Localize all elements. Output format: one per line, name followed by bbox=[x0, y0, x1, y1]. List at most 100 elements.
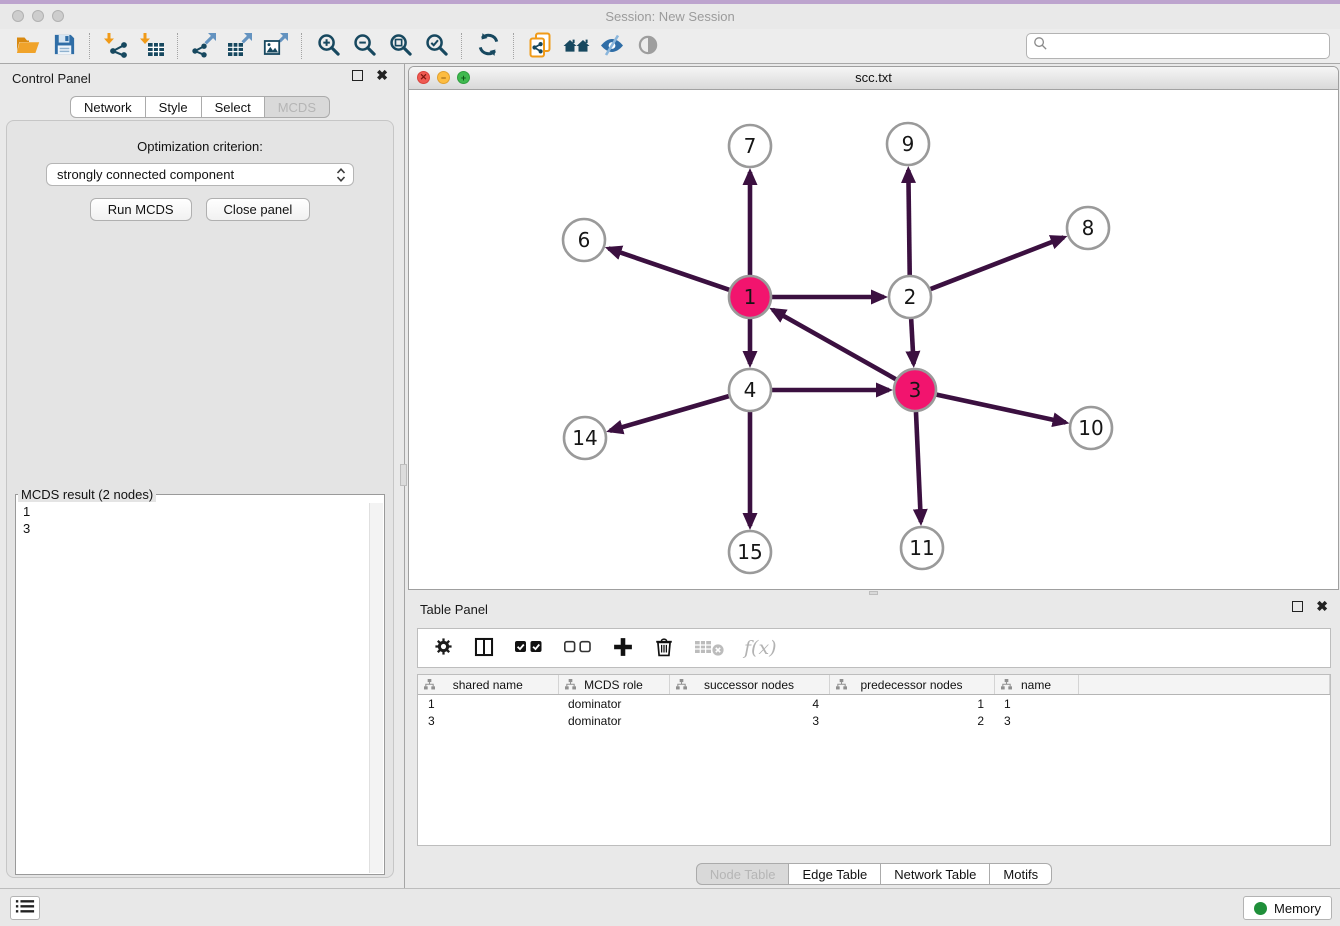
column-type-icon bbox=[1001, 679, 1012, 690]
import-table-button[interactable] bbox=[134, 31, 170, 61]
panel-splitter-vertical[interactable] bbox=[400, 64, 408, 888]
tab-mcds[interactable]: MCDS bbox=[265, 96, 330, 118]
result-scrollbar[interactable] bbox=[369, 503, 383, 873]
table-settings-button[interactable] bbox=[433, 636, 454, 660]
graph-node-8[interactable]: 8 bbox=[1067, 207, 1109, 249]
graph-node-3[interactable]: 3 bbox=[894, 369, 936, 411]
cell-successor-nodes[interactable]: 3 bbox=[669, 712, 829, 729]
save-session-button[interactable] bbox=[46, 31, 82, 61]
column-header-successor-nodes[interactable]: successor nodes bbox=[669, 675, 829, 695]
network-window-titlebar[interactable]: ✕ − + scc.txt bbox=[409, 67, 1338, 90]
float-panel-icon[interactable] bbox=[352, 70, 363, 81]
mcds-result-textarea[interactable]: 1 3 bbox=[16, 502, 384, 874]
create-column-button[interactable] bbox=[612, 636, 634, 661]
search-field[interactable] bbox=[1026, 33, 1330, 59]
select-all-columns-button[interactable] bbox=[514, 638, 544, 658]
tab-edge-table[interactable]: Edge Table bbox=[789, 863, 881, 885]
tab-select[interactable]: Select bbox=[202, 96, 265, 118]
graph-edge-4-14[interactable] bbox=[610, 396, 729, 431]
deselect-all-columns-button[interactable] bbox=[563, 638, 593, 658]
graph-node-4[interactable]: 4 bbox=[729, 369, 771, 411]
first-neighbors-button[interactable] bbox=[558, 31, 594, 61]
export-image-icon bbox=[263, 32, 289, 61]
tab-network-table[interactable]: Network Table bbox=[881, 863, 990, 885]
open-folder-icon bbox=[15, 32, 41, 61]
search-input[interactable] bbox=[1052, 38, 1323, 55]
column-header-predecessor-nodes[interactable]: predecessor nodes bbox=[829, 675, 994, 695]
column-header-MCDS-role[interactable]: MCDS role bbox=[558, 675, 669, 695]
delete-column-button[interactable] bbox=[653, 636, 675, 661]
cell-predecessor-nodes[interactable]: 1 bbox=[829, 695, 994, 713]
splitter-grip[interactable] bbox=[869, 591, 878, 595]
graph-node-14[interactable]: 14 bbox=[564, 417, 606, 459]
show-column-panel-button[interactable] bbox=[473, 636, 495, 661]
fit-content-button[interactable] bbox=[382, 31, 418, 61]
svg-text:4: 4 bbox=[744, 378, 757, 402]
graph-node-6[interactable]: 6 bbox=[563, 219, 605, 261]
function-builder-button[interactable]: f(x) bbox=[744, 637, 777, 659]
task-history-button[interactable] bbox=[10, 896, 40, 920]
zoom-in-button[interactable] bbox=[310, 31, 346, 61]
toolbar-separator bbox=[89, 33, 91, 59]
graph-edge-2-8[interactable] bbox=[931, 237, 1064, 289]
refresh-icon bbox=[476, 32, 501, 60]
cell-predecessor-nodes[interactable]: 2 bbox=[829, 712, 994, 729]
close-panel-icon[interactable]: ✖ bbox=[1316, 601, 1328, 612]
tab-motifs[interactable]: Motifs bbox=[990, 863, 1052, 885]
cell-shared-name[interactable]: 1 bbox=[418, 695, 558, 713]
run-mcds-button[interactable]: Run MCDS bbox=[90, 198, 192, 221]
graph-node-10[interactable]: 10 bbox=[1070, 407, 1112, 449]
cell-MCDS-role[interactable]: dominator bbox=[558, 695, 669, 713]
graph-edge-3-11[interactable] bbox=[916, 412, 921, 522]
graph-node-15[interactable]: 15 bbox=[729, 531, 771, 573]
show-all-button[interactable] bbox=[630, 31, 666, 61]
graph-edge-2-3[interactable] bbox=[911, 319, 913, 364]
save-disk-icon bbox=[52, 32, 77, 60]
memory-button[interactable]: Memory bbox=[1243, 896, 1332, 920]
cell-name[interactable]: 3 bbox=[994, 712, 1078, 729]
graph-edge-3-10[interactable] bbox=[937, 395, 1066, 423]
columns-icon bbox=[473, 636, 495, 661]
graph-node-1[interactable]: 1 bbox=[729, 276, 771, 318]
graph-node-2[interactable]: 2 bbox=[889, 276, 931, 318]
table-row[interactable]: 1dominator411 bbox=[418, 695, 1330, 713]
graph-node-11[interactable]: 11 bbox=[901, 527, 943, 569]
apply-layout-button[interactable] bbox=[470, 31, 506, 61]
close-panel-icon[interactable]: ✖ bbox=[376, 70, 388, 81]
graph-edge-1-6[interactable] bbox=[609, 248, 730, 289]
network-canvas[interactable]: 1 2 3 4 6 7 8 9 10 11 14 15 bbox=[409, 89, 1338, 589]
cell-name[interactable]: 1 bbox=[994, 695, 1078, 713]
new-network-from-selection-button[interactable] bbox=[522, 31, 558, 61]
open-session-button[interactable] bbox=[10, 31, 46, 61]
export-table-button[interactable] bbox=[222, 31, 258, 61]
graph-node-7[interactable]: 7 bbox=[729, 125, 771, 167]
graph-edge-3-1[interactable] bbox=[773, 310, 896, 379]
column-header-shared-name[interactable]: shared name bbox=[418, 675, 558, 695]
optimization-criterion-label: Optimization criterion: bbox=[7, 139, 393, 154]
splitter-grip[interactable] bbox=[400, 464, 407, 486]
zoom-selected-button[interactable] bbox=[418, 31, 454, 61]
column-header-name[interactable]: name bbox=[994, 675, 1078, 695]
export-network-icon bbox=[191, 32, 217, 61]
export-image-button[interactable] bbox=[258, 31, 294, 61]
cell-shared-name[interactable]: 3 bbox=[418, 712, 558, 729]
zoom-out-button[interactable] bbox=[346, 31, 382, 61]
column-type-icon bbox=[676, 679, 687, 690]
show-all-eye-icon bbox=[636, 33, 660, 60]
graph-edge-2-9[interactable] bbox=[908, 170, 909, 275]
close-panel-button[interactable]: Close panel bbox=[206, 198, 311, 221]
float-panel-icon[interactable] bbox=[1292, 601, 1303, 612]
delete-table-button[interactable] bbox=[694, 637, 725, 660]
cell-successor-nodes[interactable]: 4 bbox=[669, 695, 829, 713]
export-network-button[interactable] bbox=[186, 31, 222, 61]
hide-selected-button[interactable] bbox=[594, 31, 630, 61]
import-network-button[interactable] bbox=[98, 31, 134, 61]
table-toolbar: f(x) bbox=[417, 628, 1331, 668]
graph-node-9[interactable]: 9 bbox=[887, 123, 929, 165]
table-row[interactable]: 3dominator323 bbox=[418, 712, 1330, 729]
cell-MCDS-role[interactable]: dominator bbox=[558, 712, 669, 729]
tab-style[interactable]: Style bbox=[146, 96, 202, 118]
tab-network[interactable]: Network bbox=[70, 96, 146, 118]
tab-node-table[interactable]: Node Table bbox=[696, 863, 790, 885]
criterion-dropdown[interactable]: strongly connected component bbox=[46, 163, 354, 186]
